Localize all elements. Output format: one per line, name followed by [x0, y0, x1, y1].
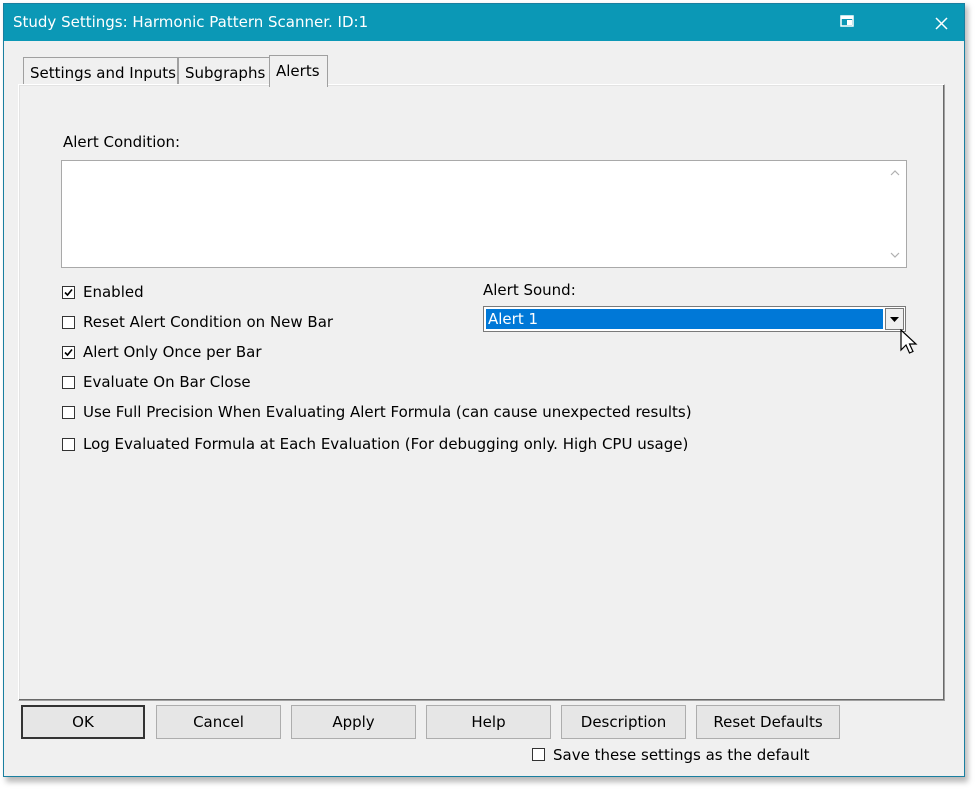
- alert-sound-select[interactable]: Alert 1: [483, 306, 906, 332]
- tab-settings-and-inputs[interactable]: Settings and Inputs: [23, 57, 178, 85]
- close-icon[interactable]: [924, 8, 958, 38]
- alert-sound-selected-value: Alert 1: [486, 309, 883, 329]
- tab-label: Settings and Inputs: [30, 64, 176, 82]
- tab-label: Alerts: [276, 62, 320, 80]
- help-button[interactable]: Help: [426, 705, 551, 739]
- tab-alerts[interactable]: Alerts: [269, 55, 328, 87]
- checkbox-label: Log Evaluated Formula at Each Evaluation…: [83, 435, 689, 453]
- tab-label: Subgraphs: [185, 64, 266, 82]
- checkbox-box[interactable]: [62, 438, 75, 451]
- checkbox-label: Enabled: [83, 283, 144, 301]
- checkbox-label: Use Full Precision When Evaluating Alert…: [83, 403, 692, 421]
- checkbox-label: Alert Only Once per Bar: [83, 343, 262, 361]
- tab-subgraphs[interactable]: Subgraphs: [178, 57, 270, 85]
- window-title: Study Settings: Harmonic Pattern Scanner…: [13, 13, 369, 31]
- checkbox-box[interactable]: [62, 286, 75, 299]
- checkbox-box[interactable]: [62, 316, 75, 329]
- checkbox-label: Reset Alert Condition on New Bar: [83, 313, 334, 331]
- checkbox-box[interactable]: [532, 748, 545, 761]
- alert-condition-input[interactable]: [61, 160, 907, 268]
- alert-sound-label: Alert Sound:: [483, 281, 576, 299]
- apply-button[interactable]: Apply: [291, 705, 416, 739]
- title-bar[interactable]: Study Settings: Harmonic Pattern Scanner…: [4, 4, 964, 41]
- checkbox-box[interactable]: [62, 346, 75, 359]
- reset-defaults-button[interactable]: Reset Defaults: [696, 705, 840, 739]
- description-button[interactable]: Description: [561, 705, 686, 739]
- checkbox-label: Evaluate On Bar Close: [83, 373, 251, 391]
- scroll-up-icon[interactable]: [884, 162, 906, 182]
- checkbox-box[interactable]: [62, 376, 75, 389]
- scroll-down-icon[interactable]: [884, 246, 906, 266]
- cancel-button[interactable]: Cancel: [156, 705, 281, 739]
- alert-condition-label: Alert Condition:: [63, 133, 181, 151]
- chevron-down-icon[interactable]: [885, 308, 904, 330]
- mouse-cursor-icon: [899, 328, 919, 363]
- window-restore-icon[interactable]: [838, 11, 858, 31]
- checkbox-box[interactable]: [62, 406, 75, 419]
- ok-button[interactable]: OK: [21, 705, 145, 739]
- checkbox-label: Save these settings as the default: [553, 746, 810, 764]
